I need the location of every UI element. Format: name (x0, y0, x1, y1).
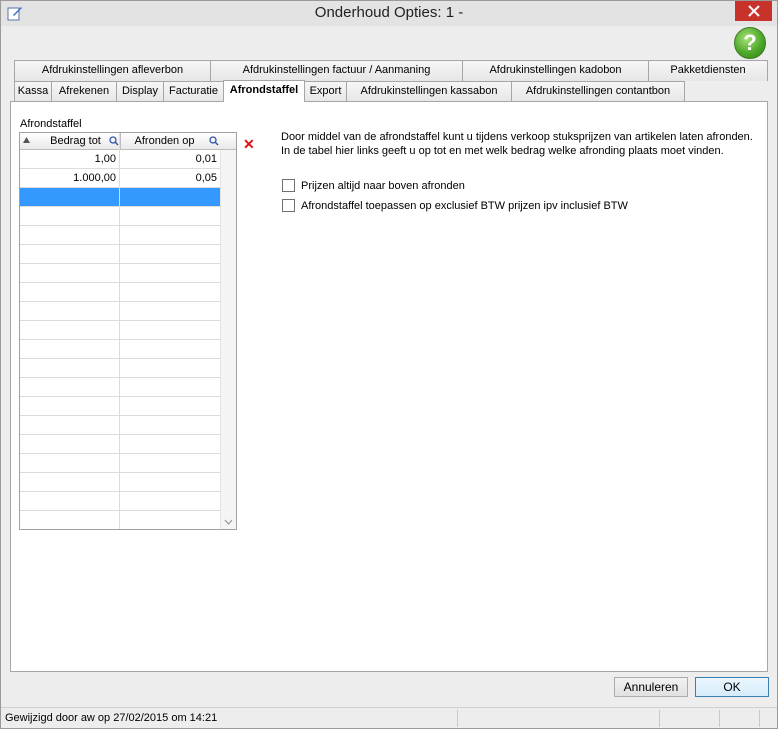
search-icon[interactable] (109, 136, 119, 146)
table-row[interactable] (20, 226, 220, 245)
option-exclusive-btw[interactable]: Afrondstaffel toepassen op exclusief BTW… (282, 199, 628, 212)
delete-icon[interactable]: ✕ (243, 136, 255, 153)
help-icon[interactable]: ? (734, 27, 766, 59)
table-row[interactable] (20, 492, 220, 511)
column-header-afronden-op[interactable]: Afronden op (120, 133, 208, 150)
table-row[interactable] (20, 378, 220, 397)
table-row[interactable] (20, 264, 220, 283)
afrondstaffel-panel: Afrondstaffel Bedrag tot Afronden op 1,0… (10, 101, 768, 672)
table-row[interactable] (20, 245, 220, 264)
table-row[interactable] (20, 397, 220, 416)
tab-afdrukinstellingen-kadobon[interactable]: Afdrukinstellingen kadobon (462, 60, 649, 81)
grid-header: Bedrag tot Afronden op (20, 133, 236, 150)
afrondstaffel-grid[interactable]: Bedrag tot Afronden op 1,00 0,01 1.000,0 (19, 132, 237, 530)
cancel-button[interactable]: Annuleren (614, 677, 688, 697)
cell-afronden-op[interactable]: 0,01 (120, 150, 220, 169)
table-row-selected[interactable] (20, 188, 220, 207)
table-row[interactable] (20, 473, 220, 492)
table-row[interactable] (20, 207, 220, 226)
table-row[interactable] (20, 416, 220, 435)
sort-icon[interactable] (22, 136, 31, 144)
tab-afdrukinstellingen-factuur[interactable]: Afdrukinstellingen factuur / Aanmaning (210, 60, 463, 81)
cell-afronden-op[interactable]: 0,05 (120, 169, 220, 188)
table-row[interactable] (20, 283, 220, 302)
status-divider (457, 710, 458, 727)
checkbox-label: Afrondstaffel toepassen op exclusief BTW… (301, 199, 628, 212)
search-icon[interactable] (209, 136, 219, 146)
description-line: In de tabel hier links geeft u op tot en… (281, 145, 724, 157)
status-divider (759, 710, 760, 727)
tab-afrekenen[interactable]: Afrekenen (51, 81, 117, 102)
column-divider (119, 133, 120, 529)
status-text: Gewijzigd door aw op 27/02/2015 om 14:21 (5, 712, 218, 724)
checkbox-label: Prijzen altijd naar boven afronden (301, 179, 465, 192)
tab-pakketdiensten[interactable]: Pakketdiensten (648, 60, 768, 81)
table-row[interactable] (20, 454, 220, 473)
checkbox[interactable] (282, 179, 295, 192)
description: Door middel van de afrondstaffel kunt u … (281, 130, 761, 158)
cell-bedrag-tot[interactable]: 1,00 (20, 150, 119, 169)
grid-body: 1,00 0,01 1.000,00 0,05 (20, 150, 220, 511)
tab-export[interactable]: Export (304, 81, 347, 102)
tab-afdrukinstellingen-kassabon[interactable]: Afdrukinstellingen kassabon (346, 81, 512, 102)
table-row[interactable] (20, 321, 220, 340)
table-row[interactable] (20, 435, 220, 454)
tab-display[interactable]: Display (116, 81, 164, 102)
status-bar: Gewijzigd door aw op 27/02/2015 om 14:21 (1, 707, 777, 728)
table-row[interactable] (20, 359, 220, 378)
status-divider (659, 710, 660, 727)
table-row[interactable]: 1.000,00 0,05 (20, 169, 220, 188)
window-title: Onderhoud Opties: 1 - (314, 4, 464, 21)
close-icon (747, 5, 760, 17)
tab-kassa[interactable]: Kassa (14, 81, 52, 102)
table-row[interactable] (20, 302, 220, 321)
group-label: Afrondstaffel (20, 118, 82, 130)
cell-bedrag-tot[interactable]: 1.000,00 (20, 169, 119, 188)
ok-button[interactable]: OK (695, 677, 769, 697)
tab-afrondstaffel[interactable]: Afrondstaffel (223, 80, 305, 102)
close-button[interactable] (735, 1, 772, 21)
options-window: Onderhoud Opties: 1 - ? Afdrukinstelling… (0, 0, 778, 729)
status-divider (719, 710, 720, 727)
table-row[interactable]: 1,00 0,01 (20, 150, 220, 169)
grid-scrollbar[interactable] (220, 150, 236, 529)
tab-facturatie[interactable]: Facturatie (163, 81, 224, 102)
option-round-up[interactable]: Prijzen altijd naar boven afronden (282, 179, 465, 192)
title-bar[interactable]: Onderhoud Opties: 1 - (1, 1, 777, 26)
checkbox[interactable] (282, 199, 295, 212)
tab-afdrukinstellingen-contantbon[interactable]: Afdrukinstellingen contantbon (511, 81, 685, 102)
description-line: Door middel van de afrondstaffel kunt u … (281, 131, 753, 143)
table-row[interactable] (20, 340, 220, 359)
tab-afdrukinstellingen-afleverbon[interactable]: Afdrukinstellingen afleverbon (14, 60, 211, 81)
scroll-down-icon[interactable] (224, 519, 233, 525)
column-header-bedrag-tot[interactable]: Bedrag tot (32, 133, 119, 150)
